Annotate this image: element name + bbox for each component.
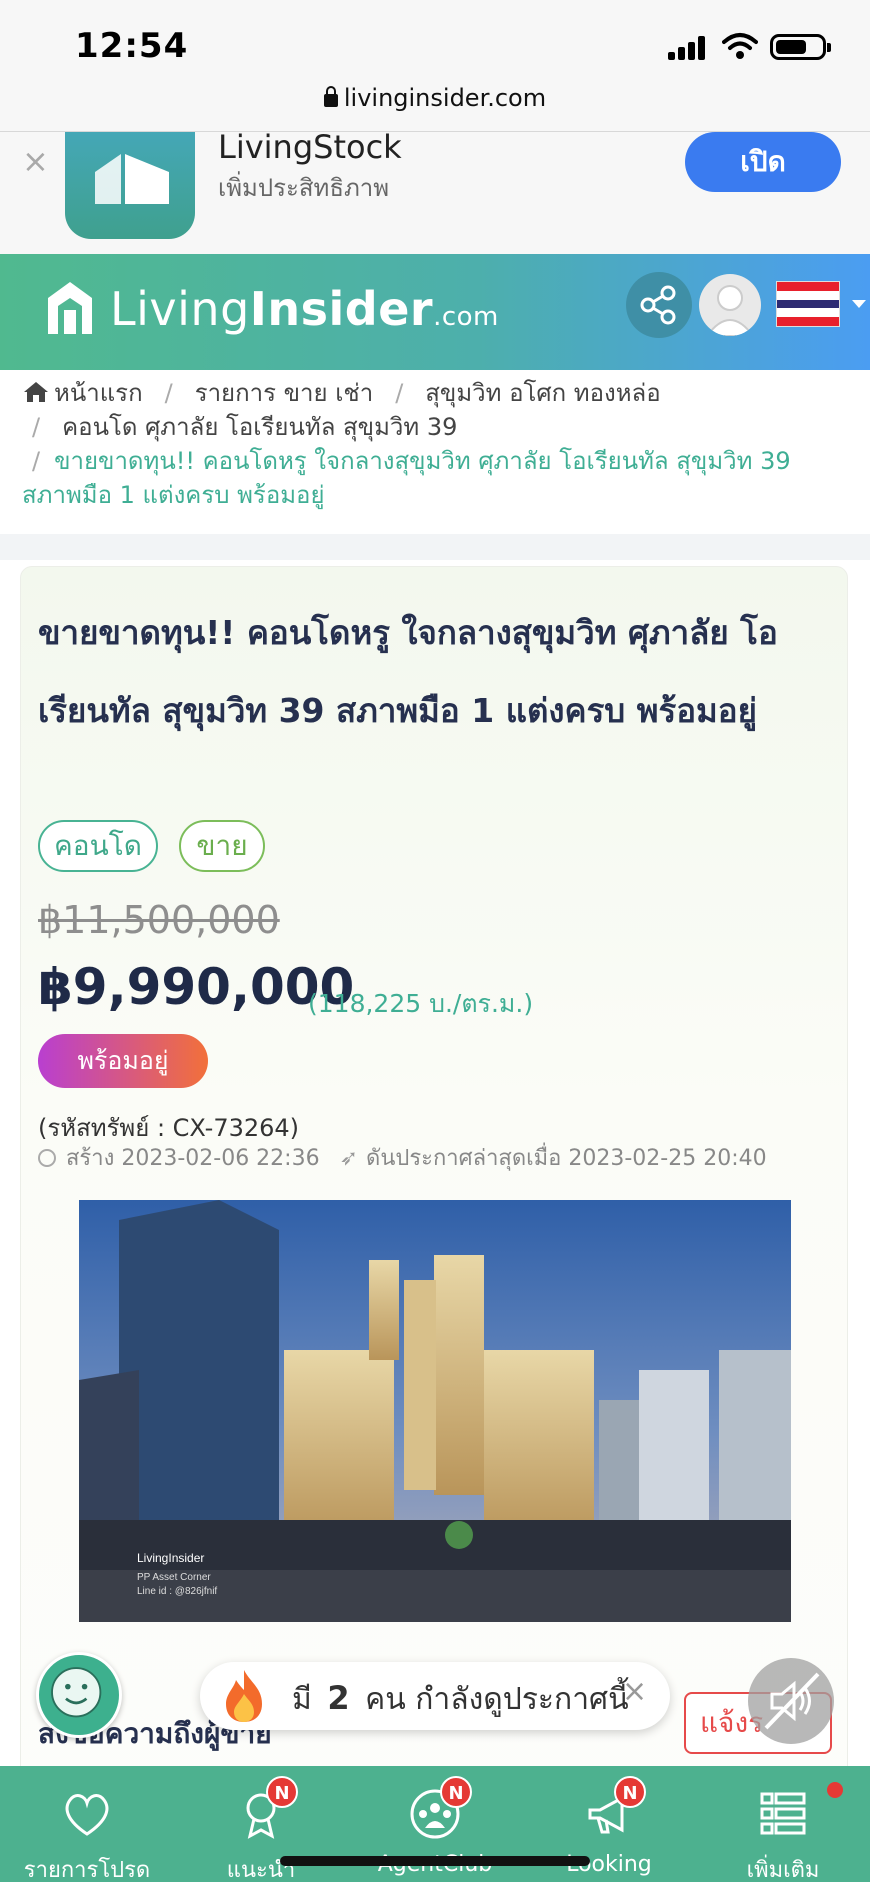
home-icon bbox=[24, 382, 48, 402]
cellular-signal-icon bbox=[668, 36, 708, 60]
menu-list-icon bbox=[760, 1792, 806, 1835]
nav-more-label: เพิ่มเติม bbox=[746, 1858, 820, 1882]
nav-looking-badge: N bbox=[614, 1776, 646, 1808]
viewers-message: มี 2 คน กำลังดูประกาศนี้ bbox=[292, 1679, 629, 1717]
home-indicator[interactable] bbox=[280, 1856, 590, 1866]
listing-title: ขายขาดทุน!! คอนโดหรู ใจกลางสุขุมวิท ศุภา… bbox=[38, 613, 778, 730]
photo-watermark-brand: LivingInsider bbox=[137, 1551, 204, 1565]
lock-icon bbox=[323, 86, 338, 107]
thailand-flag-icon[interactable] bbox=[776, 281, 840, 327]
property-photo[interactable]: LivingInsider PP Asset Corner Line id : … bbox=[79, 1200, 791, 1622]
url-domain: livinginsider.com bbox=[343, 84, 547, 112]
livinginsider-logo-icon[interactable] bbox=[44, 276, 96, 338]
status-time: 12:54 bbox=[75, 26, 189, 66]
logo-living: Living bbox=[110, 282, 250, 336]
boosted-date: ดันประกาศล่าสุดเมื่อ 2023-02-25 20:40 bbox=[366, 1146, 767, 1171]
viewers-count: 2 bbox=[327, 1679, 350, 1717]
photo-watermark-agent: PP Asset Corner bbox=[137, 1572, 211, 1583]
heart-icon bbox=[65, 1794, 109, 1836]
banner-close-button[interactable]: × bbox=[22, 142, 49, 180]
breadcrumb-home[interactable]: หน้าแรก bbox=[54, 379, 143, 407]
breadcrumb-project[interactable]: คอนโด ศุภาลัย โอเรียนทัล สุขุมวิท 39 bbox=[62, 413, 457, 441]
breadcrumb: หน้าแรก / รายการ ขาย เช่า / สุขุมวิท อโศก ทอ… bbox=[22, 379, 791, 509]
site-header: LivingInsider.com bbox=[0, 254, 870, 370]
share-icon bbox=[640, 285, 676, 325]
battery-icon bbox=[770, 34, 831, 60]
url-display[interactable]: livinginsider.com bbox=[0, 84, 870, 112]
share-button[interactable] bbox=[626, 272, 692, 338]
smile-face-icon bbox=[51, 1667, 102, 1718]
price-per-sqm: (118,225 บ./ตร.ม.) bbox=[308, 989, 534, 1018]
logo-dotcom: .com bbox=[433, 302, 499, 332]
ready-to-move-badge: พร้อมอยู่ bbox=[38, 1034, 208, 1088]
open-app-button[interactable]: เปิด bbox=[685, 132, 841, 192]
nav-favorites-label: รายการโปรด bbox=[23, 1858, 151, 1882]
breadcrumb-listings[interactable]: รายการ ขาย เช่า bbox=[195, 379, 374, 407]
created-date: สร้าง 2023-02-06 22:36 bbox=[66, 1146, 320, 1171]
app-subtitle: เพิ่มประสิทธิภาพ bbox=[218, 174, 390, 202]
user-icon bbox=[705, 285, 755, 336]
house-icon bbox=[95, 154, 169, 204]
nav-favorites[interactable]: รายการโปรด bbox=[0, 1766, 174, 1882]
price: ฿9,990,000 bbox=[38, 958, 355, 1016]
logo-insider: Insider bbox=[249, 282, 434, 336]
user-avatar[interactable] bbox=[699, 274, 761, 336]
photo-watermark-line: Line id : @826jfnif bbox=[137, 1586, 217, 1597]
app-name: LivingStock bbox=[218, 132, 402, 166]
wifi-icon bbox=[722, 33, 758, 59]
nav-more[interactable]: เพิ่มเติม bbox=[696, 1766, 870, 1882]
nav-agentclub-badge: N bbox=[440, 1776, 472, 1808]
tag-condo[interactable]: คอนโด bbox=[38, 820, 158, 872]
created-icon bbox=[38, 1149, 56, 1167]
breadcrumb-area[interactable]: สุขุมวิท อโศก ทองหล่อ bbox=[425, 379, 660, 407]
language-dropdown-icon[interactable] bbox=[852, 300, 866, 308]
rocket-icon: ➶ bbox=[339, 1146, 359, 1171]
nav-recommend-badge: N bbox=[266, 1776, 298, 1808]
listing-dates: สร้าง 2023-02-06 22:36 ➶ ดันประกาศล่าสุดเม… bbox=[38, 1140, 767, 1175]
site-logo[interactable]: LivingInsider.com bbox=[110, 282, 499, 336]
fire-icon bbox=[226, 1670, 262, 1722]
speaker-muted-icon bbox=[764, 1672, 820, 1730]
app-icon bbox=[65, 132, 195, 239]
section-divider bbox=[0, 534, 870, 560]
mute-button[interactable] bbox=[748, 1658, 834, 1744]
tag-sale[interactable]: ขาย bbox=[179, 820, 265, 872]
old-price: ฿11,500,000 bbox=[38, 898, 280, 942]
viewers-close-button[interactable]: × bbox=[622, 1674, 647, 1709]
breadcrumb-current: ขายขาดทุน!! คอนโดหรู ใจกลางสุขุมวิท ศุภา… bbox=[22, 447, 791, 509]
notification-dot bbox=[827, 1782, 843, 1798]
chatbot-button[interactable] bbox=[36, 1652, 122, 1738]
app-install-banner: × LivingStock เพิ่มประสิทธิภาพ เปิด bbox=[0, 132, 870, 254]
